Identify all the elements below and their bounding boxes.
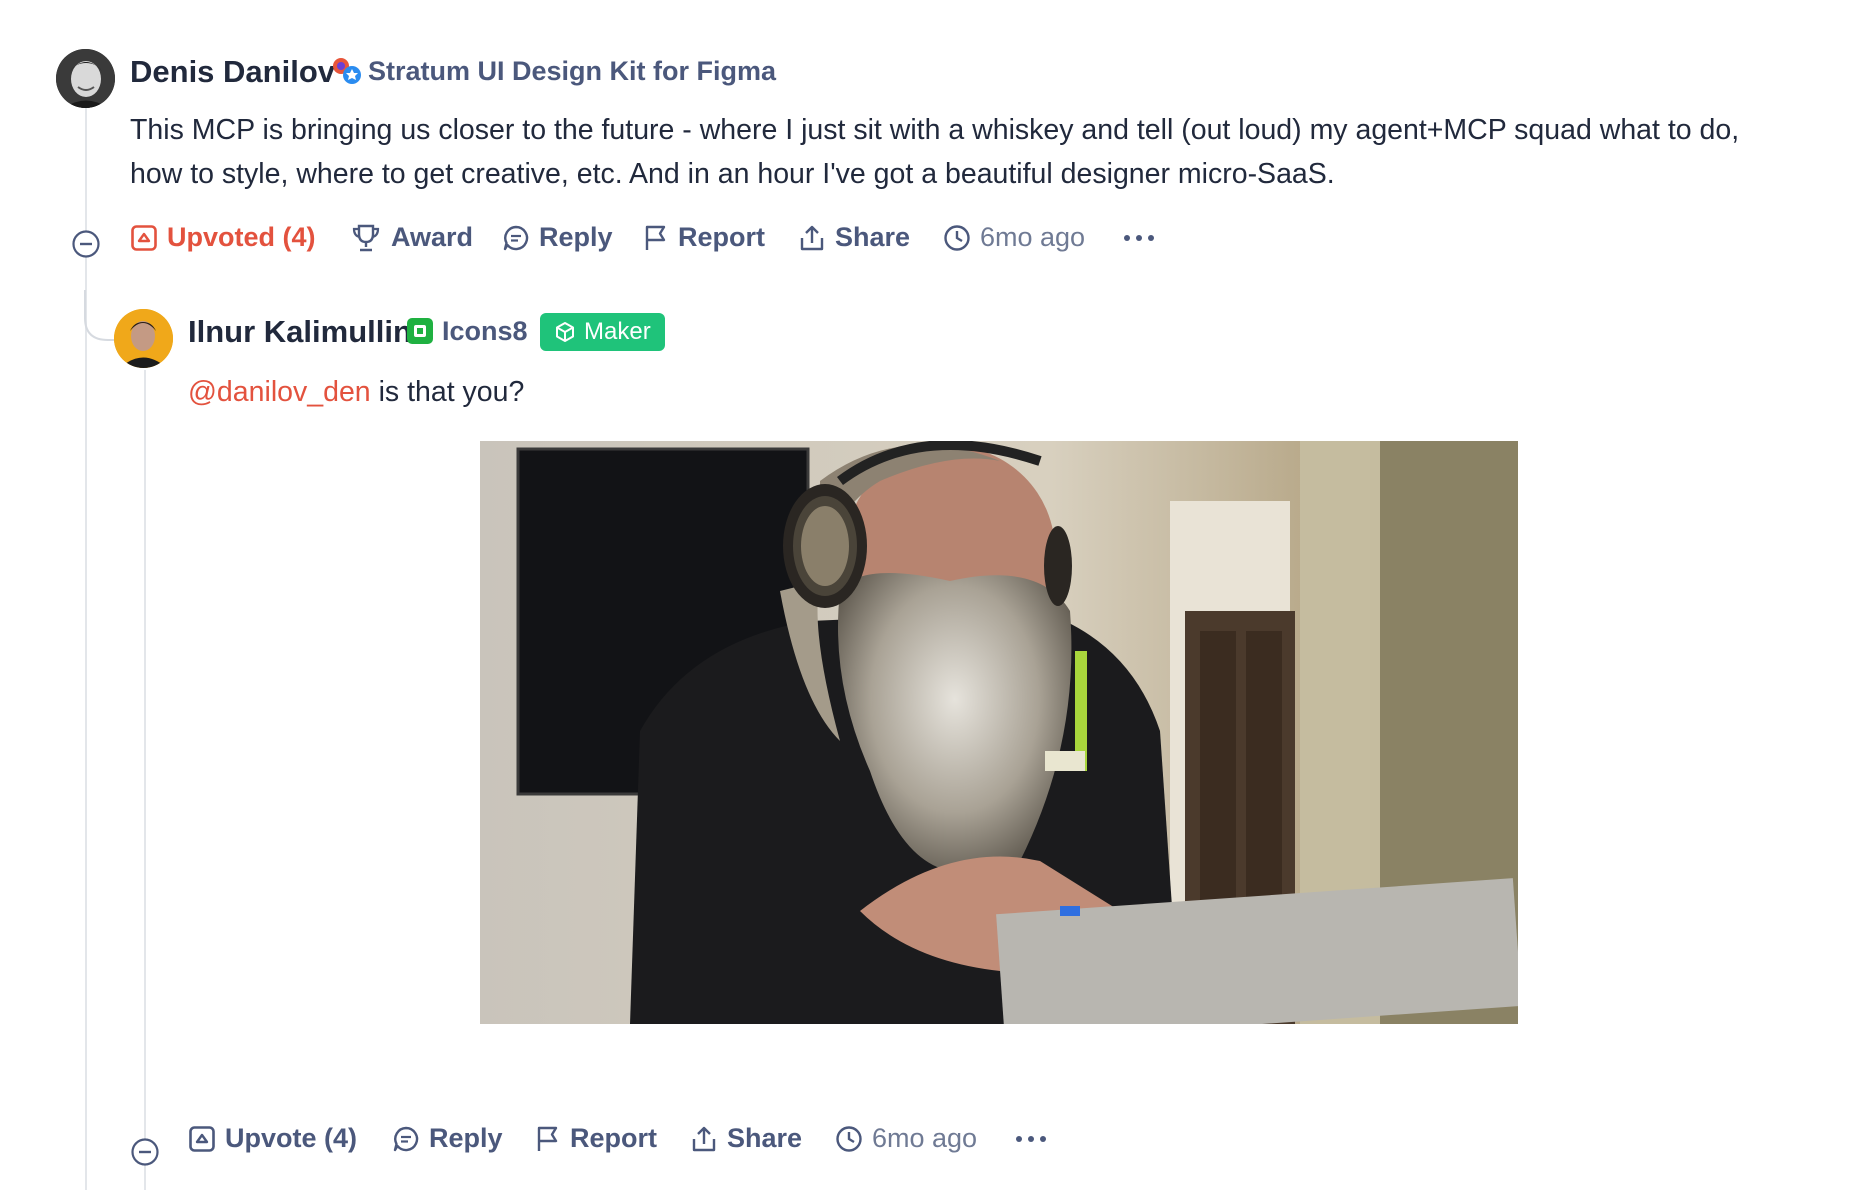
avatar-denis[interactable] [56, 49, 115, 108]
reply-upvote-label: Upvote (4) [225, 1123, 358, 1153]
icons8-logo-icon [407, 318, 433, 344]
upvote-icon [131, 224, 157, 251]
report-label: Report [678, 222, 765, 252]
thread-line-reply [144, 370, 146, 1190]
collapse-thread-icon[interactable] [71, 229, 101, 259]
time-label: 6mo ago [980, 222, 1086, 252]
more-icon[interactable] [1015, 1135, 1047, 1143]
reply-button[interactable]: Reply [502, 222, 613, 253]
reply-text: is that you? [370, 376, 525, 408]
award-label: Award [391, 222, 474, 252]
upvote-label: Upvoted (4) [167, 222, 316, 252]
report-button[interactable]: Report [643, 222, 765, 253]
avatar-ilnur[interactable] [114, 309, 173, 368]
reply-attached-image[interactable] [480, 441, 1518, 1024]
timestamp[interactable]: 6mo ago [943, 222, 1085, 253]
upvote-icon [189, 1125, 215, 1152]
share-label: Share [835, 222, 911, 252]
product-link[interactable]: Stratum UI Design Kit for Figma [368, 56, 776, 87]
comment-body: This MCP is bringing us closer to the fu… [130, 114, 1740, 190]
reply-author-name[interactable]: Ilnur Kalimullin [188, 314, 412, 350]
collapse-reply-icon[interactable] [130, 1137, 160, 1167]
product-logo-icon [333, 58, 361, 84]
reply-share-button[interactable]: Share [690, 1123, 802, 1154]
reply-timestamp[interactable]: 6mo ago [835, 1123, 977, 1154]
reply-reply-label: Reply [429, 1123, 503, 1153]
reply-share-label: Share [727, 1123, 803, 1153]
trophy-icon [352, 224, 380, 251]
reply-product-link[interactable]: Icons8 [442, 316, 528, 347]
reply-body: @danilov_den is that you? [188, 370, 524, 414]
reply-upvote-button[interactable]: Upvote (4) [188, 1123, 357, 1154]
share-icon [800, 225, 824, 250]
reply-reply-button[interactable]: Reply [392, 1123, 503, 1154]
thread-connector [84, 290, 118, 341]
flag-icon [537, 1126, 558, 1151]
clock-icon [944, 224, 970, 251]
reply-label: Reply [539, 222, 613, 252]
thread-line-parent [85, 108, 87, 1190]
upvote-button[interactable]: Upvoted (4) [130, 222, 316, 253]
reply-bubble-icon [503, 225, 529, 250]
cube-icon [556, 322, 574, 342]
reply-time-label: 6mo ago [872, 1123, 978, 1153]
reply-report-button[interactable]: Report [535, 1123, 657, 1154]
share-button[interactable]: Share [798, 222, 910, 253]
more-icon[interactable] [1123, 234, 1155, 242]
reply-report-label: Report [570, 1123, 657, 1153]
clock-icon [836, 1125, 862, 1152]
award-button[interactable]: Award [350, 222, 473, 253]
flag-icon [645, 225, 666, 250]
user-mention-link[interactable]: @danilov_den [188, 376, 371, 408]
reply-bubble-icon [393, 1126, 419, 1151]
share-icon [692, 1126, 716, 1151]
maker-badge: Maker [540, 313, 665, 351]
comment-author-name[interactable]: Denis Danilov [130, 54, 335, 90]
maker-badge-label: Maker [584, 318, 651, 345]
